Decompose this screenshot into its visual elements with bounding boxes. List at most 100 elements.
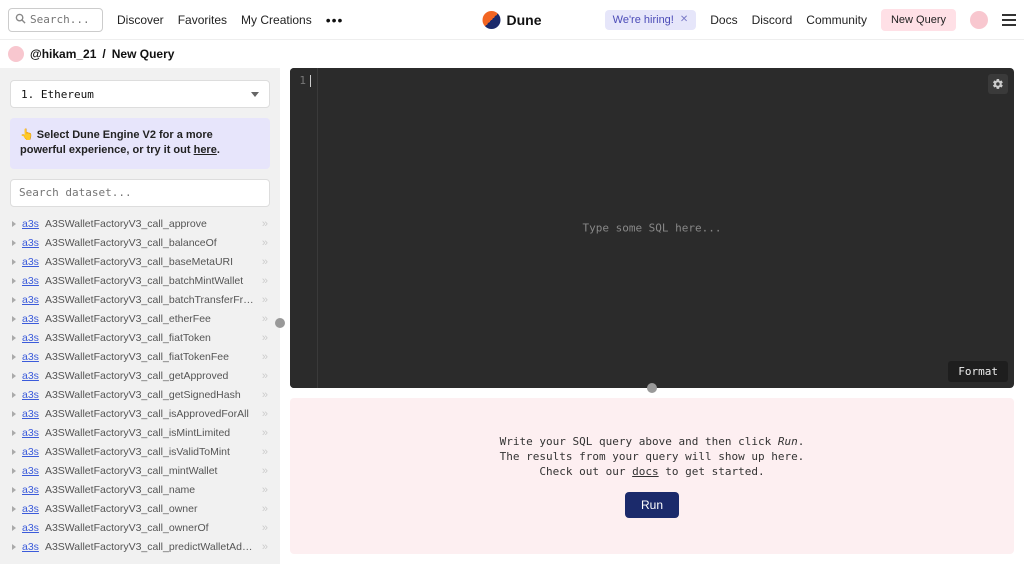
caret-right-icon [12,221,16,227]
dataset-row[interactable]: a3sA3SWalletFactoryV3_call_approve» [10,215,270,234]
dataset-row[interactable]: a3s A3SWalletFactoryV3_call_predictWallet… [10,538,270,557]
dataset-tag: a3s [22,541,39,553]
dataset-name: A3SWalletFactoryV3_call_etherFee [45,313,256,325]
dataset-tag: a3s [22,408,39,420]
expand-icon[interactable]: » [262,332,268,344]
nav-discord[interactable]: Discord [752,13,793,27]
banner-period: . [217,144,220,156]
search-icon [15,13,26,27]
new-query-button[interactable]: New Query [881,9,956,31]
dataset-name: A3SWalletFactoryV3_call_batchMintWallet [45,275,256,287]
caret-right-icon [12,544,16,550]
global-search-input[interactable] [30,13,90,26]
dataset-name: A3SWalletFactoryV3_call_fiatToken [45,332,256,344]
dataset-row[interactable]: a3sA3SWalletFactoryV3_call_balanceOf» [10,234,270,253]
dataset-tag: a3s [22,465,39,477]
nav-docs[interactable]: Docs [710,13,737,27]
dataset-row[interactable]: a3sA3SWalletFactoryV3_call_getApproved» [10,367,270,386]
banner-link[interactable]: here [194,144,217,156]
expand-icon[interactable]: » [262,351,268,363]
dataset-name: A3SWalletFactoryV3_call_predictWalletAdd… [45,541,256,553]
content: 1 Type some SQL here... Format Write you… [280,68,1024,564]
dataset-search-input[interactable] [10,179,270,207]
brand-name: Dune [507,12,542,28]
expand-icon[interactable]: » [262,389,268,401]
dataset-row[interactable]: a3sA3SWalletFactoryV3_call_ownerOf» [10,519,270,538]
expand-icon[interactable]: » [262,465,268,477]
dataset-row[interactable]: a3sA3SWalletFactoryV3_call_getSignedHash… [10,386,270,405]
breadcrumb-page: New Query [112,47,175,61]
expand-icon[interactable]: » [262,484,268,496]
dataset-row[interactable]: a3s A3SWalletFactoryV3_call_isValidToMint… [10,443,270,462]
dataset-row[interactable]: a3sA3SWalletFactoryV3_call_fiatTokenFee» [10,348,270,367]
dataset-row[interactable]: a3sA3SWalletFactoryV3_call_isApprovedFor… [10,405,270,424]
dataset-name: A3SWalletFactoryV3_call_isMintLimited [45,427,256,439]
expand-icon[interactable]: » [262,408,268,420]
expand-icon[interactable]: » [262,294,268,306]
dataset-name: A3SWalletFactoryV3_call_balanceOf [45,237,256,249]
banner-text: 👆 Select Dune Engine V2 for a more power… [20,129,213,156]
chevron-down-icon [251,92,259,97]
expand-icon[interactable]: » [262,237,268,249]
expand-icon[interactable]: » [262,446,268,458]
docs-link[interactable]: docs [632,465,659,478]
format-button[interactable]: Format [948,361,1008,382]
editor-gutter: 1 [290,68,318,388]
expand-icon[interactable]: » [262,427,268,439]
dataset-row[interactable]: a3sA3SWalletFactoryV3_call_batchMintWall… [10,272,270,291]
brand[interactable]: Dune [483,11,542,29]
menu-icon[interactable] [1002,14,1016,26]
breadcrumb-user[interactable]: @hikam_21 [30,47,96,61]
dataset-row[interactable]: a3sA3SWalletFactoryV3_call_name» [10,481,270,500]
dataset-name: A3SWalletFactoryV3_call_name [45,484,256,496]
global-search[interactable] [8,8,103,32]
dataset-row[interactable]: a3sA3SWalletFactoryV3_call_isMintLimited… [10,424,270,443]
datasource-select[interactable]: 1. Ethereum [10,80,270,108]
dataset-name: A3SWalletFactoryV3_call_batchTransferFro… [45,294,256,306]
dataset-search[interactable] [10,179,270,207]
gear-icon[interactable] [988,74,1008,94]
caret-right-icon [12,392,16,398]
dataset-row[interactable]: a3sA3SWalletFactoryV3_call_mintWallet» [10,462,270,481]
dataset-tag: a3s [22,389,39,401]
dataset-row[interactable]: a3sA3SWalletFactoryV3_call_fiatToken» [10,329,270,348]
nav-community[interactable]: Community [806,13,867,27]
caret-right-icon [12,506,16,512]
dataset-name: A3SWalletFactoryV3_call_isValidToMint [45,446,256,458]
nav-my-creations[interactable]: My Creations [241,13,312,27]
run-button[interactable]: Run [625,492,679,518]
avatar[interactable] [970,11,988,29]
expand-icon[interactable]: » [262,541,268,553]
expand-icon[interactable]: » [262,370,268,382]
dataset-row[interactable]: a3s A3SWalletFactoryV3_call_etherFee » [10,310,270,329]
expand-icon[interactable]: » [262,503,268,515]
expand-icon[interactable]: » [262,275,268,287]
dataset-tag: a3s [22,256,39,268]
dataset-tag: a3s [22,446,39,458]
dataset-tag: a3s [22,313,39,325]
editor-placeholder: Type some SQL here... [582,222,721,235]
caret-right-icon [12,240,16,246]
dataset-list: a3sA3SWalletFactoryV3_call_approve»a3sA3… [10,215,270,564]
editor-resize-handle[interactable] [647,383,657,393]
expand-icon[interactable]: » [262,522,268,534]
nav-discover[interactable]: Discover [117,13,164,27]
expand-icon[interactable]: » [262,218,268,230]
sidebar: 1. Ethereum 👆 Select Dune Engine V2 for … [0,68,280,564]
close-icon[interactable]: ✕ [680,14,688,25]
caret-right-icon [12,259,16,265]
nav-favorites[interactable]: Favorites [178,13,227,27]
caret-right-icon [12,487,16,493]
results-line-1: Write your SQL query above and then clic… [500,435,805,448]
dataset-row[interactable]: a3sA3SWalletFactoryV3_call_owner» [10,500,270,519]
topbar: Discover Favorites My Creations ••• Dune… [0,0,1024,40]
dataset-row[interactable]: a3s A3SWalletFactoryV3_call_baseMetaURI » [10,253,270,272]
hiring-pill[interactable]: We're hiring! ✕ [605,10,697,30]
caret-right-icon [12,430,16,436]
expand-icon[interactable]: » [262,313,268,325]
dataset-name: A3SWalletFactoryV3_call_baseMetaURI [45,256,256,268]
sql-editor[interactable]: 1 Type some SQL here... Format [290,68,1014,388]
dataset-row[interactable]: a3sA3SWalletFactoryV3_call_batchTransfer… [10,291,270,310]
expand-icon[interactable]: » [262,256,268,268]
nav-more-icon[interactable]: ••• [326,12,344,28]
